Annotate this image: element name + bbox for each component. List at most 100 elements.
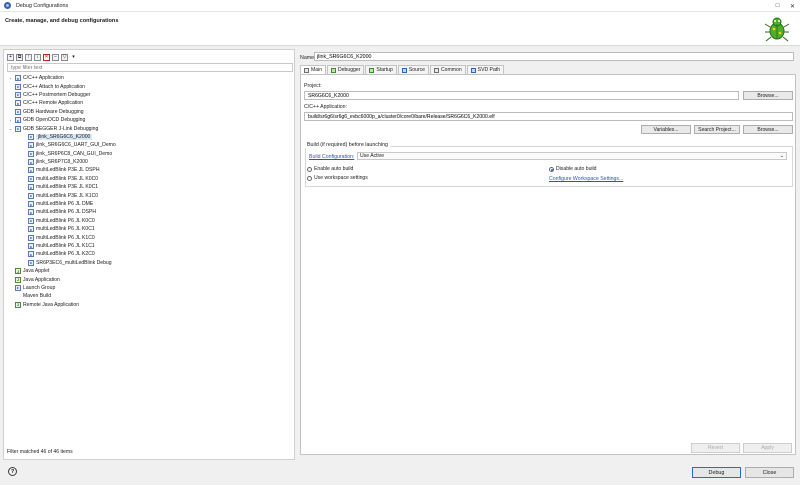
build-group-title: Build (if required) before launching: [305, 142, 390, 148]
tree-item[interactable]: c jlink_SR6P6C8_CAN_GUI_Demo: [8, 150, 294, 158]
tree-item-label: Remote Java Application: [23, 301, 80, 308]
enable-auto-build-radio[interactable]: Enable auto build: [307, 166, 353, 172]
main-tab-icon: [304, 67, 309, 73]
c-icon: c: [28, 159, 34, 166]
c-icon: c: [28, 133, 34, 140]
tree-item-label: jlink_SR6P6C8_CAN_GUI_Demo: [36, 150, 113, 157]
config-toolbar: + ⧉ ↑ ↓ ✕ − ▽ ▾: [7, 53, 77, 61]
tree-item-label: multiLedBlink P3E JL DSPH: [36, 167, 100, 174]
tree-item-label: jlink_SR6G6C6_K2000: [36, 133, 93, 140]
tree-item[interactable]: c jlink_SR6G6C6_UART_GUI_Demo: [8, 141, 294, 149]
tree-item[interactable]: c multiLedBlink P6 JL DME: [8, 200, 294, 208]
filter-input[interactable]: [7, 63, 293, 72]
collapsed-chevron-icon[interactable]: ›: [8, 76, 13, 81]
tab-debugger[interactable]: Debugger: [327, 65, 365, 74]
c-icon: c: [15, 117, 21, 124]
dropdown-icon[interactable]: ▾: [70, 54, 77, 61]
name-input[interactable]: [314, 52, 794, 61]
apply-button[interactable]: Apply: [743, 443, 792, 453]
delete-icon[interactable]: ✕: [43, 53, 50, 61]
tab-source[interactable]: Source: [397, 65, 429, 74]
tab-main[interactable]: Main: [300, 65, 327, 74]
tree-item[interactable]: › c C/C++ Application: [8, 74, 294, 82]
filter-icon[interactable]: ▽: [61, 53, 68, 61]
tree-item[interactable]: c multiLedBlink P3E JL K0C1: [8, 183, 294, 191]
tree-item[interactable]: › c GDB OpenOCD Debugging: [8, 116, 294, 124]
tree-item[interactable]: c GDB Hardware Debugging: [8, 108, 294, 116]
c-icon: c: [28, 167, 34, 174]
c-icon: c: [28, 192, 34, 199]
collapse-all-icon[interactable]: −: [52, 53, 59, 61]
collapsed-chevron-icon[interactable]: ›: [8, 118, 13, 123]
c-icon: c: [28, 201, 34, 208]
duplicate-icon[interactable]: ⧉: [16, 53, 23, 61]
radio-circle: [307, 166, 312, 172]
revert-button[interactable]: Revert: [691, 443, 740, 453]
tree-item[interactable]: J Java Applet: [8, 267, 294, 275]
tree-item-label: multiLedBlink P6 JL K2C0: [36, 251, 95, 258]
tree-item[interactable]: c C/C++ Postmortem Debugger: [8, 91, 294, 99]
tree-item[interactable]: c multiLedBlink P3E JL DSPH: [8, 166, 294, 174]
close-window-button[interactable]: ✕: [785, 0, 800, 12]
c-app-field[interactable]: [304, 112, 793, 121]
tree-item[interactable]: c multiLedBlink P6 JL K0C0: [8, 217, 294, 225]
tree-item[interactable]: c multiLedBlink P6 JL K2C0: [8, 250, 294, 258]
app-browse-button[interactable]: Browse...: [743, 125, 793, 134]
tree-item-label: jlink_SR6P7C8_K2000: [36, 159, 88, 166]
tree-item-label: Launch Group: [23, 284, 56, 291]
tree-item[interactable]: c SR6P3EC6_multiLedBlink Debug: [8, 259, 294, 267]
dialog-button-bar: ? Debug Close: [0, 462, 800, 485]
title-bar: Debug Configurations □ ✕: [0, 0, 800, 12]
tree-item[interactable]: J Remote Java Application: [8, 301, 294, 309]
project-label: Project:: [304, 83, 322, 89]
export-icon[interactable]: ↑: [25, 53, 32, 61]
use-workspace-radio[interactable]: Use workspace settings: [307, 175, 368, 181]
variables-button[interactable]: Variables...: [641, 125, 691, 134]
tree-item-label: jlink_SR6G6C6_UART_GUI_Demo: [36, 142, 116, 149]
close-button[interactable]: Close: [745, 467, 794, 478]
tab-svd-path[interactable]: SVD Path: [466, 65, 505, 74]
tree-item-label: multiLedBlink P6 JL DSPH: [36, 209, 97, 216]
source-tab-icon: [401, 67, 407, 73]
tab-common[interactable]: Common: [430, 65, 466, 74]
tree-item[interactable]: ▸ Launch Group: [8, 284, 294, 292]
disable-auto-build-radio[interactable]: Disable auto build: [549, 166, 597, 172]
build-config-link[interactable]: Build Configuration:: [309, 154, 354, 160]
tree-item[interactable]: Maven Build: [8, 292, 294, 300]
tree-item-label: multiLedBlink P6 JL DME: [36, 201, 94, 208]
build-config-select[interactable]: Use Active ⌄: [357, 152, 787, 160]
c-icon: c: [15, 83, 21, 90]
tree-item[interactable]: c multiLedBlink P3E JL K0C0: [8, 175, 294, 183]
tree-item[interactable]: c jlink_SR6G6C6_K2000: [8, 133, 294, 141]
tree-item-label: multiLedBlink P3E JL K0C0: [36, 175, 99, 182]
c-icon: c: [28, 209, 34, 216]
expanded-chevron-icon[interactable]: ⌄: [8, 126, 13, 132]
maximize-button[interactable]: □: [770, 0, 785, 12]
search-project-button[interactable]: Search Project...: [694, 125, 740, 134]
help-icon[interactable]: ?: [8, 467, 17, 476]
tree-item[interactable]: c multiLedBlink P6 JL K1C1: [8, 242, 294, 250]
tree-item[interactable]: c C/C++ Remote Application: [8, 99, 294, 107]
startup-tab-icon: [369, 67, 375, 73]
tree-item-label: multiLedBlink P6 JL K1C0: [36, 234, 95, 241]
eclipse-app-icon: [4, 2, 11, 9]
config-list-panel: + ⧉ ↑ ↓ ✕ − ▽ ▾ ›cC/C++ ApplicationcC/C+…: [3, 49, 295, 460]
tab-startup[interactable]: Startup: [365, 65, 397, 74]
new-config-icon[interactable]: +: [7, 53, 14, 61]
tree-item[interactable]: J Java Application: [8, 275, 294, 283]
tree-item[interactable]: c C/C++ Attach to Application: [8, 82, 294, 90]
configure-workspace-link[interactable]: Configure Workspace Settings...: [549, 176, 623, 182]
tree-item[interactable]: ⌄ c GDB SEGGER J-Link Debugging: [8, 124, 294, 132]
tree-item[interactable]: c multiLedBlink P3E JL K1C0: [8, 191, 294, 199]
tree-item[interactable]: c multiLedBlink P6 JL K0C1: [8, 225, 294, 233]
tree-item[interactable]: c multiLedBlink P6 JL K1C0: [8, 233, 294, 241]
debug-button[interactable]: Debug: [692, 467, 741, 478]
c-icon: c: [28, 217, 34, 224]
import-icon[interactable]: ↓: [34, 53, 41, 61]
project-browse-button[interactable]: Browse...: [743, 91, 793, 100]
config-tree: › c C/C++ Application c C/C++ Attach to Appl…: [8, 74, 294, 309]
tree-item-label: multiLedBlink P3E JL K1C0: [36, 192, 99, 199]
tree-item[interactable]: c jlink_SR6P7C8_K2000: [8, 158, 294, 166]
tree-item[interactable]: c multiLedBlink P6 JL DSPH: [8, 208, 294, 216]
project-field[interactable]: [304, 91, 739, 100]
